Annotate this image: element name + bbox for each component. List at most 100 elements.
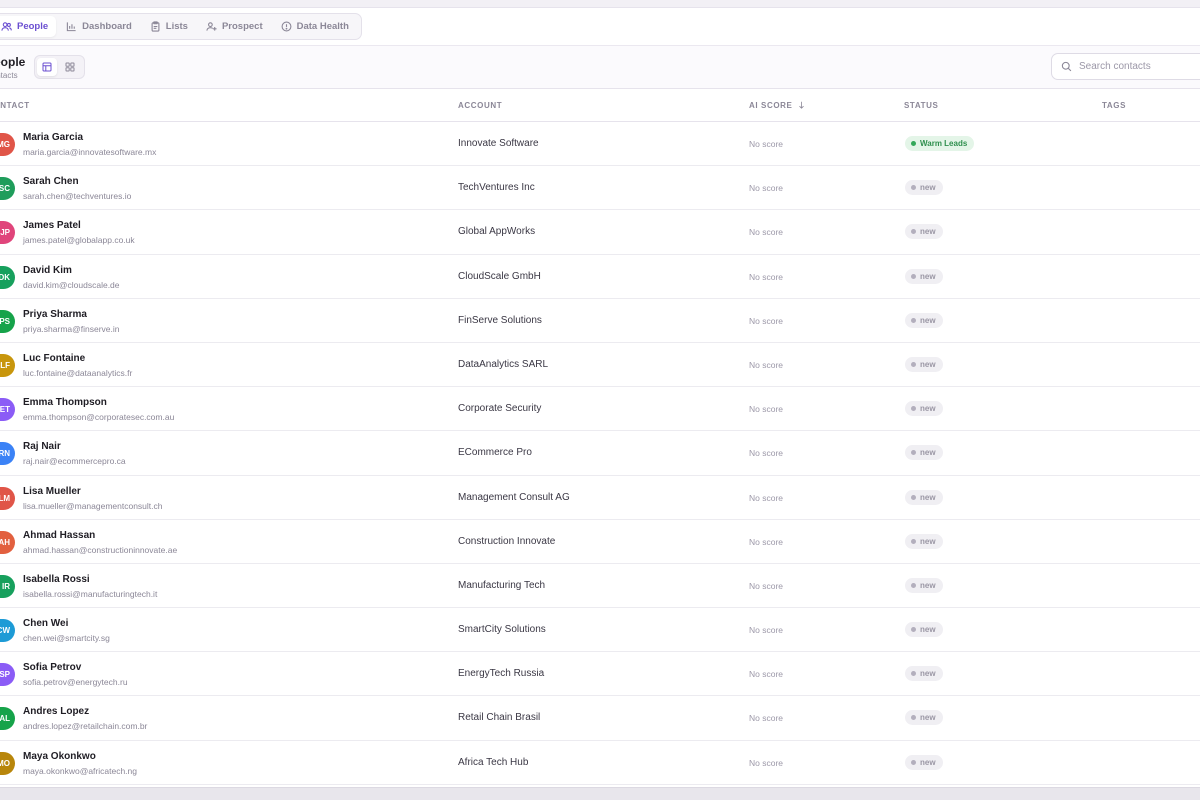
contact-name: James Patel	[23, 220, 81, 232]
avatar: RN	[0, 442, 15, 466]
account-name: Corporate Security	[458, 403, 542, 415]
status-badge: new	[905, 445, 943, 461]
status-badge: new	[905, 666, 943, 682]
table-row[interactable]: SP Sofia Petrov sofia.petrov@energytech.ru…	[0, 652, 1200, 697]
status-badge: new	[905, 268, 943, 284]
page-title: People	[0, 55, 26, 69]
status-badge: new	[905, 356, 943, 372]
table-row[interactable]: RN Raj Nair raj.nair@ecommercepro.ca EComme…	[0, 431, 1200, 476]
ai-score-value: No score	[749, 713, 784, 724]
contacts-table-body: MG Maria Garcia maria.garcia@innovatesoftw…	[0, 122, 1200, 785]
table-view-button[interactable]	[37, 58, 57, 76]
contact-name: Emma Thompson	[23, 397, 107, 409]
people-icon	[1, 22, 12, 31]
ai-score-value: No score	[749, 448, 784, 459]
search-icon	[1061, 61, 1072, 72]
ai-score-value: No score	[749, 271, 784, 282]
sort-arrow-down-icon	[799, 101, 805, 109]
status-dot	[911, 538, 916, 544]
table-row[interactable]: AH Ahmad Hassan ahmad.hassan@constructioni…	[0, 520, 1200, 564]
table-row[interactable]: ET Emma Thompson emma.thompson@corporatese…	[0, 387, 1200, 432]
nav-item-data-health[interactable]: Data Health	[273, 16, 357, 37]
contact-email: maya.okonkwo@africatech.ng	[23, 765, 137, 776]
table-row[interactable]: MG Maria Garcia maria.garcia@innovatesoftw…	[0, 122, 1200, 167]
ai-score-value: No score	[749, 359, 784, 370]
nav-item-people[interactable]: People	[0, 16, 57, 37]
column-header-tags: Tags	[1102, 101, 1127, 110]
contact-name: Lisa Mueller	[23, 485, 81, 497]
contact-email: ahmad.hassan@constructioninnovate.ae	[23, 544, 178, 555]
column-header-status: Status	[904, 101, 939, 110]
status-dot	[911, 671, 916, 677]
contact-name: Sarah Chen	[23, 176, 79, 188]
contact-email: maria.garcia@innovatesoftware.mx	[23, 147, 157, 157]
table-row[interactable]: AL Andres Lopez andres.lopez@retailchain.c…	[0, 696, 1200, 741]
avatar: SC	[0, 177, 15, 201]
table-row[interactable]: IR Isabella Rossi isabella.rossi@manufactu…	[0, 564, 1200, 609]
status-label: new	[920, 183, 936, 193]
table-row[interactable]: DK David Kim david.kim@cloudscale.de CloudS…	[0, 255, 1200, 299]
table-row[interactable]: MO Maya Okonkwo maya.okonkwo@africatech.ng…	[0, 741, 1200, 785]
table-row[interactable]: SC Sarah Chen sarah.chen@techventures.io Te…	[0, 166, 1200, 211]
status-dot	[911, 759, 916, 765]
contact-email: james.patel@globalapp.co.uk	[23, 235, 135, 246]
status-label: new	[920, 404, 936, 414]
table-row[interactable]: LM Lisa Mueller lisa.mueller@managementcon…	[0, 476, 1200, 520]
status-label: new	[920, 448, 936, 458]
contact-name: Priya Sharma	[23, 308, 87, 320]
nav-label-lists: Lists	[165, 21, 188, 32]
table-row[interactable]: JP James Patel james.patel@globalapp.co.uk…	[0, 210, 1200, 255]
status-badge: new	[905, 224, 943, 240]
account-name: FinServe Solutions	[458, 314, 542, 326]
grid-view-button[interactable]	[60, 58, 80, 76]
nav-item-lists[interactable]: Lists	[142, 16, 196, 37]
ai-score-value: No score	[749, 183, 784, 194]
contact-email: priya.sharma@finserve.in	[23, 323, 120, 334]
status-label: new	[920, 669, 936, 679]
contact-name: Maria Garcia	[23, 132, 84, 143]
app-window: People Dashboard Lists Prospect Data Hea…	[0, 0, 1200, 800]
status-label: new	[920, 359, 936, 369]
avatar: AL	[0, 707, 15, 731]
status-label: new	[920, 492, 936, 502]
contact-email: andres.lopez@retailchain.com.br	[23, 721, 148, 732]
contact-email: isabella.rossi@manufacturingtech.it	[23, 588, 158, 599]
ai-score-value: No score	[749, 669, 784, 680]
column-header-ai-score[interactable]: AI Score	[749, 101, 805, 110]
bar-chart-icon	[66, 22, 76, 32]
ai-score-value: No score	[749, 536, 784, 547]
avatar: ET	[0, 398, 15, 422]
table-row[interactable]: LF Luc Fontaine luc.fontaine@dataanalytics…	[0, 343, 1200, 388]
main-nav: People Dashboard Lists Prospect Data Hea…	[0, 13, 362, 40]
status-label: Warm Leads	[920, 139, 968, 148]
status-label: new	[920, 536, 936, 546]
account-name: Construction Innovate	[458, 535, 556, 547]
ai-score-value: No score	[749, 757, 784, 768]
clipboard-icon	[151, 21, 160, 32]
nav-label-prospect: Prospect	[221, 21, 263, 32]
status-label: new	[920, 625, 936, 635]
status-label: new	[920, 580, 936, 590]
nav-item-prospect[interactable]: Prospect	[198, 16, 271, 37]
account-name: EnergyTech Russia	[458, 668, 545, 680]
avatar: DK	[0, 265, 15, 289]
contact-name: Isabella Rossi	[23, 573, 90, 585]
status-dot	[911, 317, 916, 323]
contact-name: Ahmad Hassan	[23, 529, 96, 541]
page-subtitle: Contacts	[0, 71, 18, 80]
contact-email: david.kim@cloudscale.de	[23, 279, 120, 290]
nav-label-data-health: Data Health	[296, 21, 349, 32]
table-row[interactable]: PS Priya Sharma priya.sharma@finserve.in Fi…	[0, 299, 1200, 343]
ai-score-value: No score	[749, 227, 784, 238]
account-name: Africa Tech Hub	[458, 756, 529, 768]
contact-email: sofia.petrov@energytech.ru	[23, 677, 128, 688]
contact-name: Chen Wei	[23, 618, 69, 630]
status-badge: new	[905, 622, 943, 638]
avatar: MG	[0, 133, 15, 156]
avatar: MO	[0, 751, 15, 775]
search-input[interactable]	[1079, 61, 1199, 72]
status-badge: new	[905, 489, 943, 505]
table-row[interactable]: CW Chen Wei chen.wei@smartcity.sg SmartCity…	[0, 608, 1200, 653]
nav-item-dashboard[interactable]: Dashboard	[58, 16, 140, 37]
column-header-ai-score-label: AI Score	[749, 101, 793, 110]
